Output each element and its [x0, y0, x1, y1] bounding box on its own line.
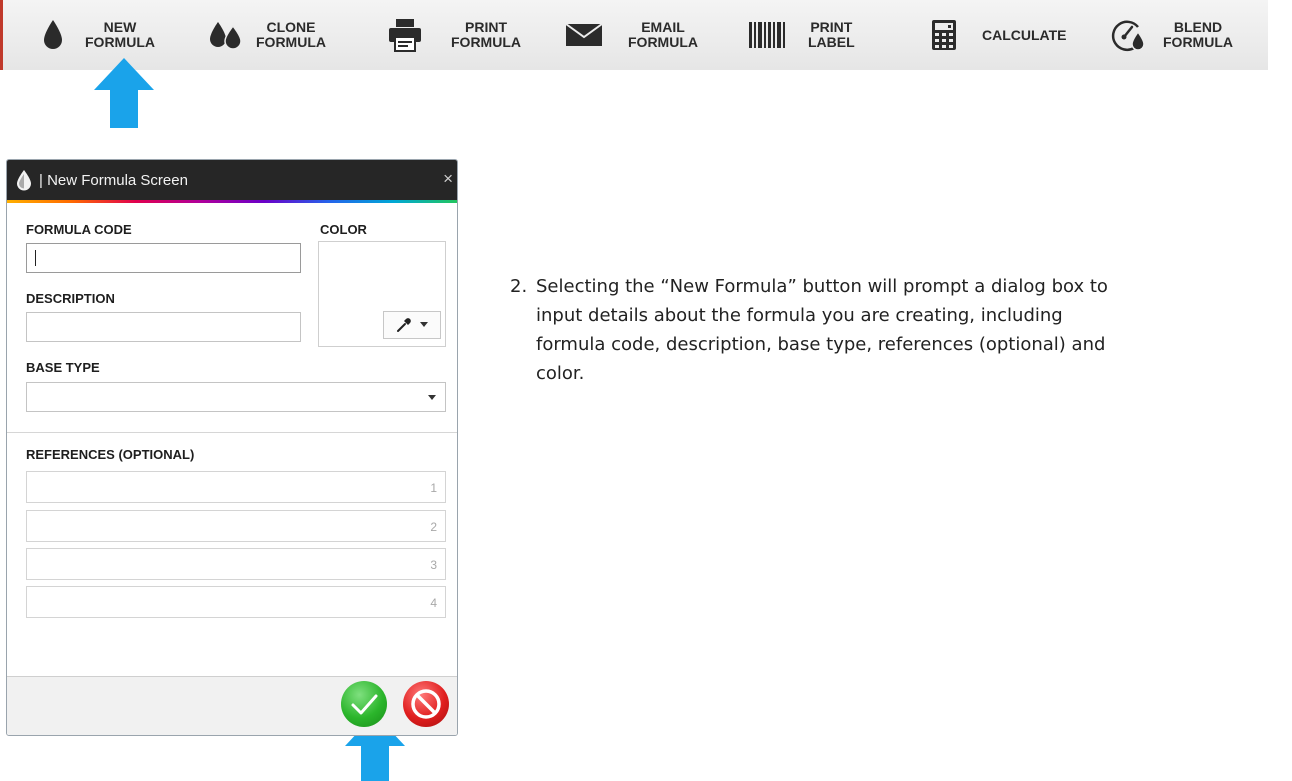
new-formula-label-1: NEW — [103, 19, 137, 35]
barcode-icon — [747, 15, 787, 55]
clone-formula-label-1: CLONE — [266, 19, 316, 35]
arrow-up-icon — [94, 58, 154, 128]
new-formula-dialog: | New Formula Screen × FORMULA CODE DESC… — [6, 159, 458, 736]
reference-number: 1 — [430, 481, 437, 495]
reference-number: 4 — [430, 596, 437, 610]
envelope-icon — [564, 15, 604, 55]
clone-formula-label-2: FORMULA — [256, 34, 326, 50]
formula-code-input[interactable] — [26, 243, 301, 273]
calculate-label: CALCULATE — [982, 26, 1067, 43]
dialog-titlebar: | New Formula Screen × — [7, 160, 457, 200]
formula-code-label: FORMULA CODE — [26, 222, 132, 237]
references-label: REFERENCES (OPTIONAL) — [26, 447, 195, 462]
base-type-label: BASE TYPE — [26, 360, 100, 375]
instruction-step: 2. Selecting the “New Formula” button wi… — [510, 272, 1110, 388]
color-preview — [318, 241, 446, 347]
print-formula-button[interactable]: PRINT FORMULA — [385, 0, 521, 70]
step-number: 2. — [510, 276, 528, 297]
reference-input-1[interactable]: 1 — [26, 471, 446, 503]
title-accent-bar — [7, 200, 457, 203]
cancel-button[interactable] — [403, 681, 449, 727]
color-picker-button[interactable] — [383, 311, 441, 339]
description-label: DESCRIPTION — [26, 291, 115, 306]
calculate-button[interactable]: CALCULATE — [924, 0, 1067, 70]
dialog-footer — [7, 676, 457, 735]
blend-formula-button[interactable]: BLEND FORMULA — [1107, 0, 1233, 70]
text-cursor — [35, 250, 36, 266]
print-label-label-2: LABEL — [808, 34, 855, 50]
reference-input-2[interactable]: 2 — [26, 510, 446, 542]
email-formula-label-2: FORMULA — [628, 34, 698, 50]
print-label-button[interactable]: PRINT LABEL — [747, 0, 855, 70]
drop-icon — [33, 15, 73, 55]
checkmark-icon — [351, 694, 378, 715]
step-text: Selecting the “New Formula” button will … — [536, 276, 1108, 384]
dialog-title: | New Formula Screen — [39, 171, 188, 189]
double-drop-icon — [206, 15, 246, 55]
blend-formula-label-1: BLEND — [1173, 19, 1223, 35]
blend-formula-label-2: FORMULA — [1163, 34, 1233, 50]
calculator-icon — [924, 15, 964, 55]
confirm-button[interactable] — [341, 681, 387, 727]
description-input[interactable] — [26, 312, 301, 342]
close-icon[interactable]: × — [443, 169, 453, 189]
drop-icon — [15, 169, 33, 191]
main-toolbar: NEW FORMULA CLONE FORMULA PRINT FORMULA … — [0, 0, 1268, 70]
chevron-down-icon — [420, 322, 428, 327]
color-label: COLOR — [320, 222, 367, 237]
clone-formula-button[interactable]: CLONE FORMULA — [206, 0, 326, 70]
email-formula-button[interactable]: EMAIL FORMULA — [564, 0, 698, 70]
section-divider — [7, 432, 457, 433]
reference-number: 2 — [430, 520, 437, 534]
eyedropper-icon — [397, 318, 411, 332]
print-formula-label-1: PRINT — [465, 19, 507, 35]
reference-input-4[interactable]: 4 — [26, 586, 446, 618]
email-formula-label-1: EMAIL — [641, 19, 685, 35]
printer-icon — [385, 15, 425, 55]
print-label-label-1: PRINT — [810, 19, 853, 35]
chevron-down-icon — [428, 395, 436, 400]
reference-input-3[interactable]: 3 — [26, 548, 446, 580]
gauge-drop-icon — [1107, 15, 1147, 55]
reference-number: 3 — [430, 558, 437, 572]
base-type-select[interactable] — [26, 382, 446, 412]
prohibited-icon — [411, 689, 441, 719]
print-formula-label-2: FORMULA — [451, 34, 521, 50]
new-formula-label-2: FORMULA — [85, 34, 155, 50]
